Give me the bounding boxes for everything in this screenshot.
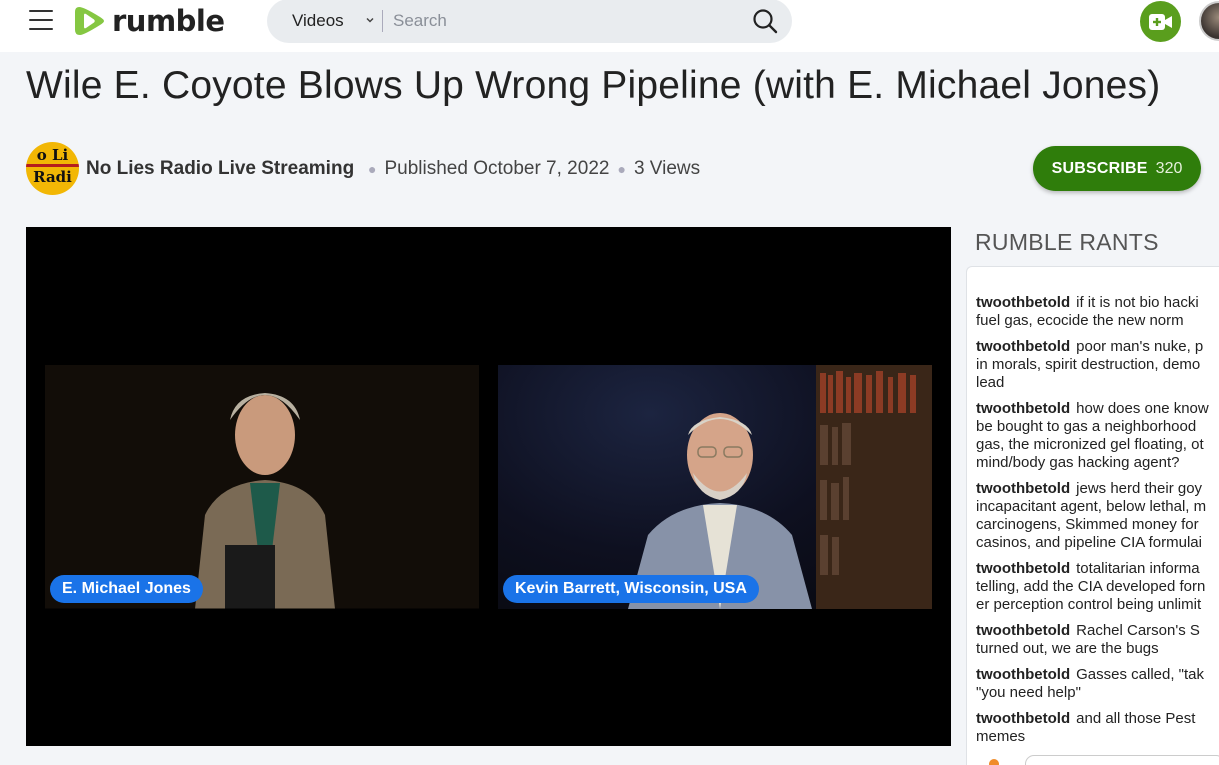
upload-video-button[interactable] — [1140, 1, 1181, 42]
rant-text: lead — [976, 374, 1005, 391]
rant-line: fuel gas, ecocide the new norm — [976, 312, 1219, 330]
rant-line: telling, add the CIA developed forn — [976, 578, 1219, 596]
rant-text: turned out, we are the bugs — [976, 640, 1159, 657]
channel-avatar[interactable]: o Li Radi — [26, 142, 79, 195]
rant-message: twoothbetold Gasses called, "tak "you need… — [976, 666, 1219, 702]
rant-line: turned out, we are the bugs — [976, 640, 1219, 658]
rant-line: twoothbetold jews herd their goy — [976, 480, 1219, 498]
rant-text: incapacitant agent, below lethal, m — [976, 498, 1207, 515]
rant-line: twoothbetold Gasses called, "tak — [976, 666, 1219, 684]
rant-line: "you need help" — [976, 684, 1219, 702]
rant-line: be bought to gas a neighborhood — [976, 418, 1219, 436]
meta-separator: ● — [617, 161, 626, 177]
rant-line: twoothbetold Rachel Carson's S — [976, 622, 1219, 640]
search-icon[interactable] — [751, 7, 779, 35]
video-upload-icon — [1148, 13, 1172, 30]
channel-avatar-stripe — [26, 164, 79, 167]
search-category-select[interactable]: Videos — [292, 11, 344, 31]
rant-text: carcinogens, Skimmed money for — [976, 516, 1199, 533]
rant-line: twoothbetold if it is not bio hacki — [976, 294, 1219, 312]
rant-text: memes — [976, 728, 1026, 745]
rant-line: twoothbetold and all those Pest — [976, 710, 1219, 728]
search-divider — [382, 10, 383, 32]
rant-username[interactable]: twoothbetold — [976, 480, 1070, 497]
rant-text: totalitarian informa — [1076, 560, 1200, 577]
rumble-logo-icon — [75, 7, 104, 35]
rants-chat-panel[interactable]: twoothbetold if it is not bio hacki fuel g… — [966, 266, 1219, 765]
participant-name-tag: E. Michael Jones — [50, 575, 203, 603]
rant-line: twoothbetold poor man's nuke, p — [976, 338, 1219, 356]
rant-message: twoothbetold poor man's nuke, p in morals,… — [976, 338, 1219, 392]
video-player[interactable]: E. Michael Jones Kevin Barrett, Wisconsi… — [26, 227, 951, 746]
logo-wordmark: rumble — [112, 3, 225, 38]
subscribe-button[interactable]: SUBSCRIBE 320 — [1033, 146, 1201, 191]
rant-username[interactable]: twoothbetold — [976, 666, 1070, 683]
rant-username[interactable]: twoothbetold — [976, 710, 1070, 727]
participant-silhouette — [628, 365, 932, 609]
rant-message: twoothbetold how does one know be bought t… — [976, 400, 1219, 472]
rant-message: twoothbetold Rachel Carson's Sturned out,… — [976, 622, 1219, 658]
rant-text: telling, add the CIA developed forn — [976, 578, 1206, 595]
participant-silhouette — [45, 365, 479, 609]
rant-text: if it is not bio hacki — [1076, 294, 1199, 311]
rant-username[interactable]: twoothbetold — [976, 338, 1070, 355]
participant-name-tag: Kevin Barrett, Wisconsin, USA — [503, 575, 759, 603]
subscribe-label: SUBSCRIBE — [1051, 159, 1148, 177]
rant-message: twoothbetold if it is not bio hacki fuel g… — [976, 294, 1219, 330]
rant-username[interactable]: twoothbetold — [976, 294, 1070, 311]
rant-text: how does one know — [1076, 400, 1209, 417]
video-title: Wile E. Coyote Blows Up Wrong Pipeline (… — [26, 64, 1161, 107]
rant-text: gas, the micronized gel floating, ot — [976, 436, 1204, 453]
rant-text: and all those Pest — [1076, 710, 1196, 727]
rant-text: er perception control being unlimit — [976, 596, 1202, 613]
rant-text: fuel gas, ecocide the new norm — [976, 312, 1184, 329]
search-input[interactable] — [393, 7, 743, 35]
channel-avatar-text: o Li — [36, 146, 69, 164]
rant-text: be bought to gas a neighborhood — [976, 418, 1197, 435]
rant-text: poor man's nuke, p — [1076, 338, 1204, 355]
meta-separator: ● — [368, 161, 377, 177]
rant-username[interactable]: twoothbetold — [976, 622, 1070, 639]
published-date: Published October 7, 2022 — [384, 158, 610, 179]
rant-line: casinos, and pipeline CIA formulai — [976, 534, 1219, 552]
channel-name-link[interactable]: No Lies Radio Live Streaming — [86, 158, 354, 180]
rant-line: in morals, spirit destruction, demo — [976, 356, 1219, 374]
rant-message: twoothbetold and all those Pest memes — [976, 710, 1219, 746]
video-meta: ● Published October 7, 2022 ● 3 Views — [360, 158, 700, 180]
rant-line: er perception control being unlimit — [976, 596, 1219, 614]
rant-line: twoothbetold totalitarian informa — [976, 560, 1219, 578]
rant-message: twoothbetold jews herd their goy incapacit… — [976, 480, 1219, 552]
chat-user-icon — [989, 759, 999, 765]
channel-avatar-text: Radi — [33, 168, 72, 186]
rants-heading: RUMBLE RANTS — [975, 229, 1159, 255]
rant-line: gas, the micronized gel floating, ot — [976, 436, 1219, 454]
rumble-logo[interactable]: rumble — [73, 2, 225, 40]
rant-line: twoothbetold how does one know — [976, 400, 1219, 418]
chat-input[interactable] — [1025, 755, 1219, 765]
chevron-down-icon[interactable] — [364, 14, 376, 26]
subscriber-count: 320 — [1155, 159, 1183, 177]
rant-text: "you need help" — [976, 684, 1081, 701]
rant-message: twoothbetold totalitarian informa telling,… — [976, 560, 1219, 614]
rant-text: mind/body gas hacking agent? — [976, 454, 1180, 471]
rant-text: jews herd their goy — [1076, 480, 1203, 497]
top-header: rumble Videos — [0, 0, 1219, 52]
rant-line: carcinogens, Skimmed money for — [976, 516, 1219, 534]
rant-line: lead — [976, 374, 1219, 392]
hamburger-menu-icon[interactable] — [29, 10, 53, 32]
user-avatar[interactable] — [1199, 1, 1219, 41]
participant-video-left: E. Michael Jones — [45, 365, 479, 609]
view-count: 3 Views — [633, 158, 701, 179]
rant-username[interactable]: twoothbetold — [976, 560, 1070, 577]
rant-text: Gasses called, "tak — [1076, 666, 1205, 683]
rant-text: in morals, spirit destruction, demo — [976, 356, 1201, 373]
rant-line: incapacitant agent, below lethal, m — [976, 498, 1219, 516]
search-bar: Videos — [267, 0, 792, 43]
rant-text: casinos, and pipeline CIA formulai — [976, 534, 1202, 551]
rant-text: Rachel Carson's S — [1076, 622, 1200, 639]
rant-line: mind/body gas hacking agent? — [976, 454, 1219, 472]
participant-video-right: Kevin Barrett, Wisconsin, USA — [498, 365, 932, 609]
rant-username[interactable]: twoothbetold — [976, 400, 1070, 417]
rant-line: memes — [976, 728, 1219, 746]
